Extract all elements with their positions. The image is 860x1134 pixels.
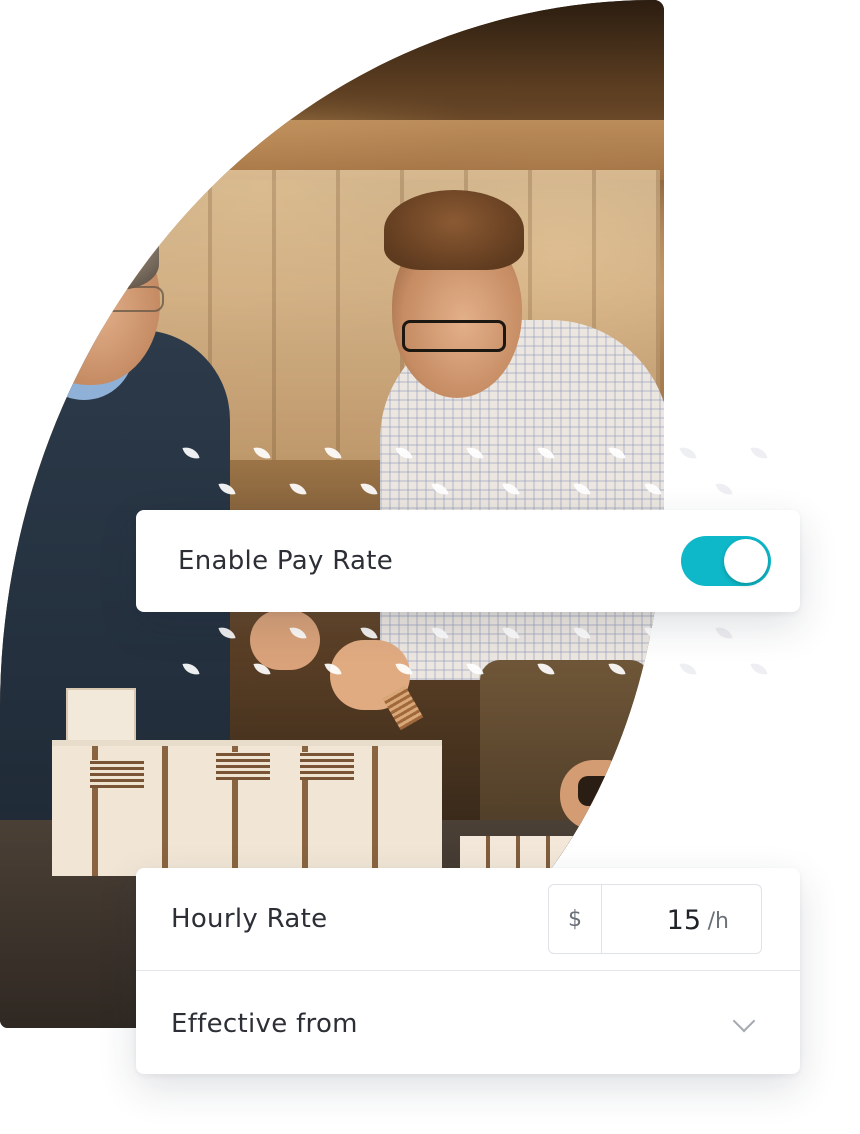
hourly-rate-label: Hourly Rate <box>171 904 328 934</box>
pay-rate-showcase: Enable Pay Rate Hourly Rate $ 15 /h Effe… <box>0 0 860 1134</box>
decorative-dot <box>750 660 768 678</box>
enable-pay-rate-card: Enable Pay Rate <box>136 510 800 612</box>
rate-unit: /h <box>707 909 729 934</box>
effective-from-dropdown[interactable]: Effective from <box>136 971 800 1074</box>
effective-from-label: Effective from <box>171 1009 358 1039</box>
decorative-dot <box>679 660 697 678</box>
decorative-dot <box>715 624 733 642</box>
pay-rate-form-card: Hourly Rate $ 15 /h Effective from <box>136 868 800 1074</box>
currency-prefix: $ <box>549 885 602 953</box>
hourly-rate-value: 15 <box>666 905 701 936</box>
hourly-rate-row: Hourly Rate $ 15 /h <box>136 868 800 971</box>
enable-pay-rate-label: Enable Pay Rate <box>178 546 394 576</box>
decorative-dot <box>679 444 697 462</box>
decorative-dot <box>750 444 768 462</box>
chevron-down-icon[interactable] <box>732 1009 756 1033</box>
toggle-knob <box>724 539 768 583</box>
decorative-dot <box>715 480 733 498</box>
enable-pay-rate-toggle[interactable] <box>681 536 771 586</box>
hourly-rate-input[interactable]: $ 15 /h <box>548 884 762 954</box>
